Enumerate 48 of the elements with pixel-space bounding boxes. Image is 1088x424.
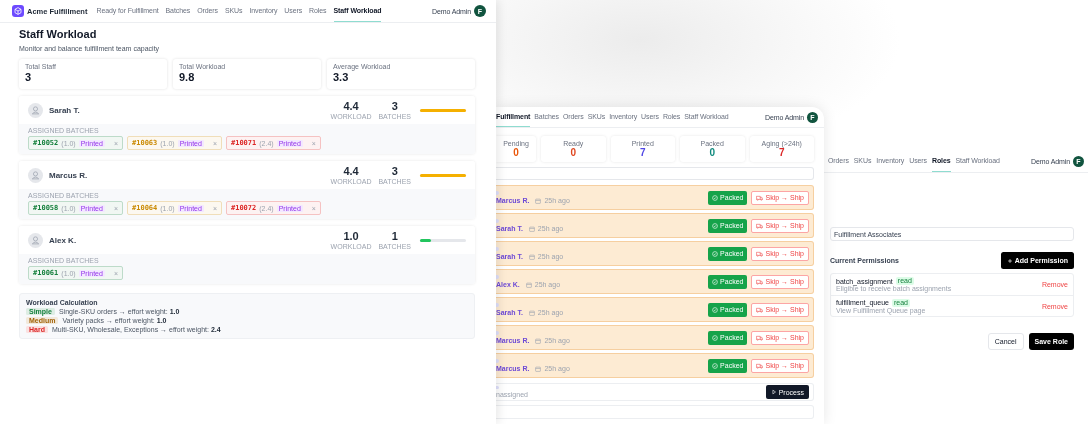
check-circle-icon — [712, 278, 719, 285]
check-circle-icon — [712, 250, 719, 257]
check-circle-icon — [712, 306, 719, 313]
workload-bar — [420, 173, 466, 177]
stat-value: 3.3 — [333, 71, 350, 83]
person-icon — [28, 232, 43, 248]
check-circle-icon — [712, 334, 719, 341]
stat-value: 0 — [709, 147, 716, 158]
stat-value: 7 — [778, 147, 785, 158]
plus-icon — [1006, 257, 1013, 264]
stat-value: 9.8 — [179, 71, 196, 83]
stat-value: 3 — [25, 71, 33, 83]
metric-value: 3 — [391, 165, 398, 177]
truck-icon — [756, 194, 764, 201]
calendar-icon — [528, 225, 535, 232]
calendar-icon — [528, 309, 535, 316]
stat-value: 0 — [513, 147, 519, 158]
metric-value: 4.4 — [343, 100, 359, 112]
truck-icon — [756, 362, 764, 369]
check-circle-icon — [712, 194, 719, 201]
metric-value: 3 — [391, 100, 398, 112]
metric-value: 1.0 — [343, 230, 359, 242]
stat-value: 7 — [639, 147, 646, 158]
truck-icon — [756, 222, 764, 229]
workload-bar — [420, 108, 466, 112]
truck-icon — [756, 306, 764, 313]
logo-icon — [12, 5, 24, 17]
metric-value: 4.4 — [343, 165, 359, 177]
staff-name: Alex K. — [49, 235, 78, 245]
search-field[interactable] — [496, 167, 814, 180]
calendar-icon — [528, 253, 535, 260]
stat-value: 0 — [570, 147, 577, 158]
calendar-icon — [535, 197, 542, 204]
metric-value: 1 — [391, 230, 398, 242]
person-icon — [28, 167, 43, 183]
calendar-icon — [535, 365, 542, 372]
page-title: Staff Workload — [19, 28, 98, 41]
staff-name: Sarah T. — [49, 105, 81, 115]
staff-name: Marcus R. — [49, 170, 89, 180]
person-icon — [28, 102, 43, 118]
calendar-icon — [535, 337, 542, 344]
truck-icon — [756, 250, 764, 257]
check-circle-icon — [712, 222, 719, 229]
truck-icon — [756, 334, 764, 341]
calendar-icon — [525, 281, 532, 288]
play-icon — [770, 389, 777, 395]
truck-icon — [756, 278, 764, 285]
check-circle-icon — [712, 362, 719, 369]
